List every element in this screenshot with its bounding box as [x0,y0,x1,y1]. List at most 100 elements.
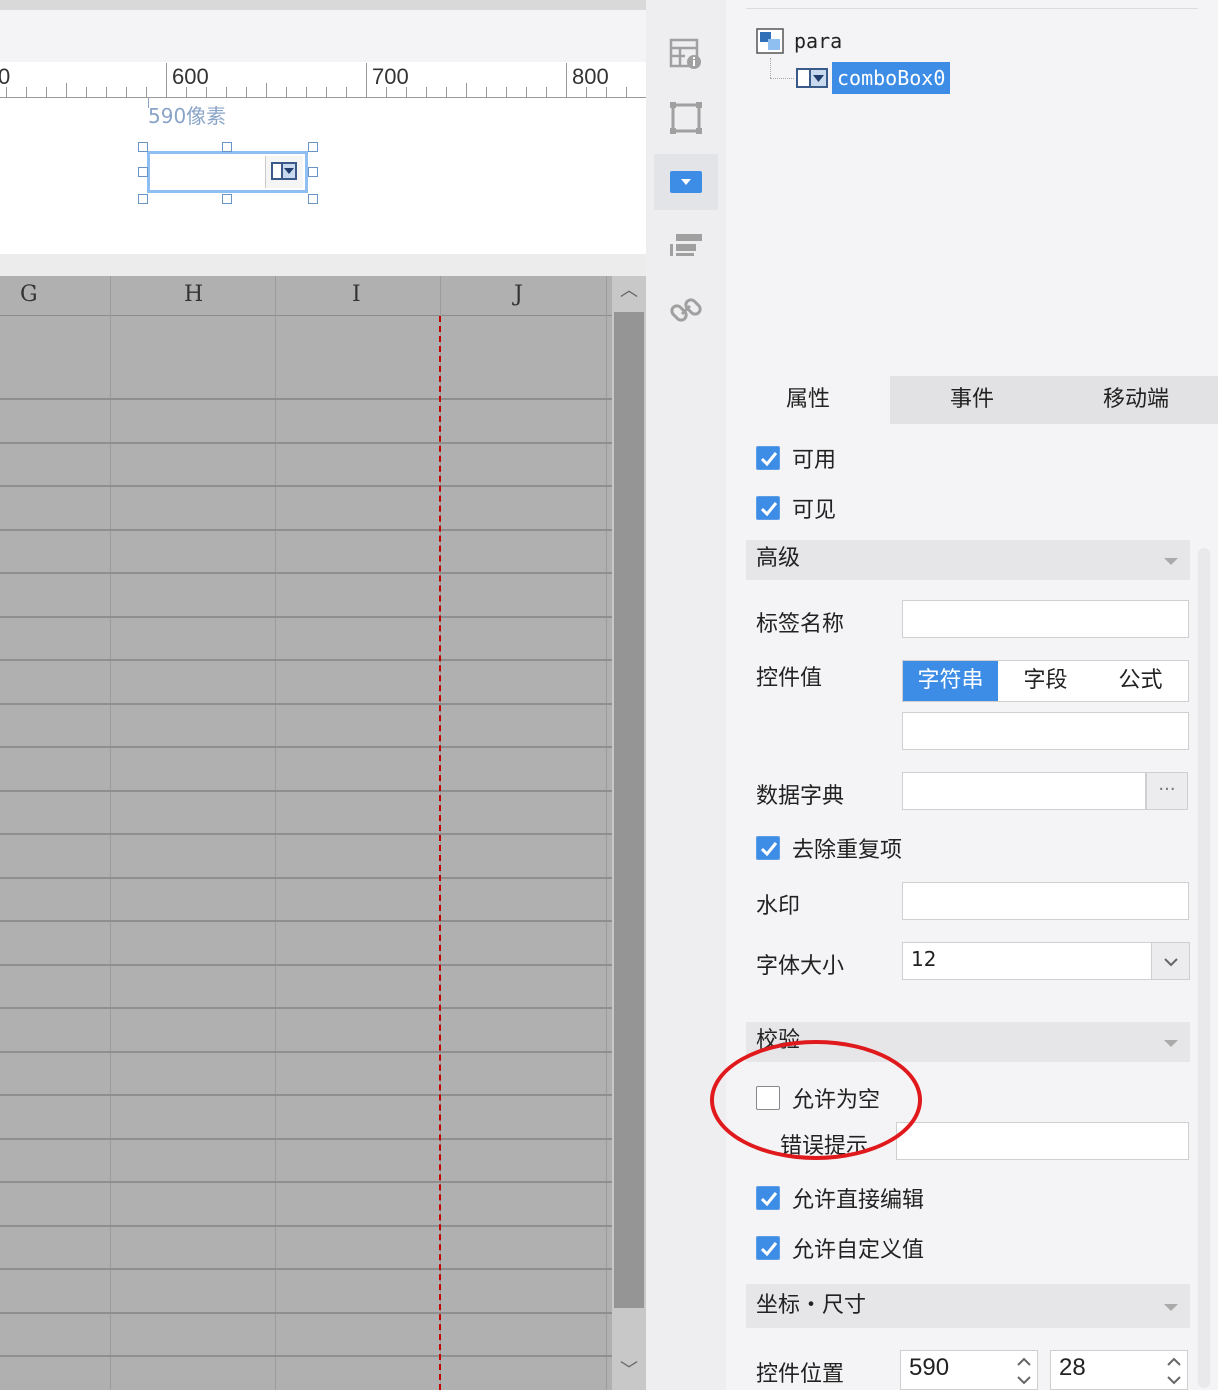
tab-properties[interactable]: 属性 [726,376,890,424]
data-dict-browse-button[interactable]: ··· [1146,772,1188,810]
enabled-checkbox-row[interactable]: 可用 [756,442,836,474]
resize-handle-ne[interactable] [308,142,318,152]
resize-handle-w[interactable] [138,167,148,177]
remove-duplicates-row[interactable]: 去除重复项 [756,832,902,864]
tag-name-input[interactable] [902,600,1189,638]
ruler-tick [186,87,187,97]
grid-row-line [0,441,612,444]
control-value-input[interactable] [902,712,1189,750]
grid-row-line [0,659,612,661]
tree-node-root[interactable]: para [756,28,842,54]
ruler-tick [206,87,207,97]
allow-custom-value-checkbox[interactable] [756,1236,780,1260]
ruler-tick [546,87,547,97]
resize-handle-se[interactable] [308,194,318,204]
properties-panel: para comboBox0 属性 事件 移动端 可用 可见 高级 标签名称 控… [726,0,1218,1390]
collapse-caret-icon[interactable] [1164,1040,1178,1047]
font-size-value: 12 [911,947,937,971]
stepper-icon [1017,1357,1031,1385]
watermark-input[interactable] [902,882,1189,920]
ruler-tick [426,87,427,97]
data-dict-input[interactable] [902,772,1146,810]
spreadsheet-grid[interactable]: G H I J ︿ ﹀ [0,276,646,1390]
tree-combobox-label: comboBox0 [832,62,951,94]
tab-mobile[interactable]: 移动端 [1054,376,1218,424]
design-area: 0 600 700 800 590像素 G H I J ︿ ﹀ [0,0,646,1390]
scroll-up-icon[interactable]: ︿ [612,276,646,306]
mode-field-button[interactable]: 字段 [998,661,1093,701]
toolbar-item-partial[interactable] [654,0,718,16]
check-icon [760,502,778,517]
mode-formula-button[interactable]: 公式 [1093,661,1188,701]
ruler-tick [566,63,567,97]
visible-checkbox[interactable] [756,496,780,520]
tree-node-combobox[interactable]: comboBox0 [796,62,951,94]
sidebar-item-layout[interactable] [654,90,718,146]
check-icon [760,452,778,467]
allow-direct-edit-row[interactable]: 允许直接编辑 [756,1182,924,1214]
combobox-dropdown-button[interactable] [265,156,303,188]
collapse-caret-icon[interactable] [1164,558,1178,565]
column-header-h[interactable]: H [184,282,203,307]
enabled-checkbox[interactable] [756,446,780,470]
grid-row-line [0,1224,612,1227]
tab-events[interactable]: 事件 [890,376,1054,424]
resize-handle-e[interactable] [308,167,318,177]
link-icon [670,298,702,322]
font-size-dropdown-button[interactable] [1151,943,1189,979]
tag-name-label: 标签名称 [756,612,845,637]
grid-row-line [0,876,612,879]
grid-row-line [0,746,612,748]
remove-duplicates-checkbox[interactable] [756,836,780,860]
sidebar-item-widget[interactable] [654,154,718,210]
check-icon [760,1242,778,1257]
coord-section-header[interactable]: 坐标・尺寸 [746,1284,1190,1328]
allow-direct-edit-checkbox[interactable] [756,1186,780,1210]
control-value-mode-selector[interactable]: 字符串 字段 公式 [902,660,1189,702]
table-info-icon [669,38,701,69]
position-y-field[interactable]: 28 [1050,1350,1188,1390]
grid-row-line [0,572,612,574]
column-header-i[interactable]: I [352,282,361,307]
advanced-section-header[interactable]: 高级 [746,540,1190,580]
dropdown-icon [271,162,297,180]
font-size-select[interactable]: 12 [902,942,1190,980]
sidebar-item-link[interactable] [654,282,718,338]
ruler-tick [606,87,607,97]
scroll-down-icon[interactable]: ﹀ [612,1356,646,1386]
vertical-scrollbar[interactable]: ︿ ﹀ [612,276,646,1390]
advanced-section-title: 高级 [756,546,801,571]
allow-custom-value-row[interactable]: 允许自定义值 [756,1232,924,1264]
area-separator[interactable] [0,254,646,276]
control-value-label: 控件值 [756,666,823,691]
visible-checkbox-row[interactable]: 可见 [756,492,836,524]
ruler-tick [486,87,487,97]
mode-string-button[interactable]: 字符串 [903,661,998,701]
position-x-field[interactable]: 590 [900,1350,1038,1390]
error-hint-input[interactable] [896,1122,1189,1160]
check-icon [760,1192,778,1207]
resize-handle-n[interactable] [222,142,232,152]
form-canvas[interactable] [0,98,646,254]
ruler-tick [86,87,87,97]
scrollbar-thumb[interactable] [614,312,644,1308]
grid-row-line [0,920,612,922]
check-icon [760,842,778,857]
grid-row-line [0,1311,612,1314]
column-header-j[interactable]: J [514,282,523,307]
resize-handle-sw[interactable] [138,194,148,204]
grid-row-line [0,702,612,705]
ruler-tick [106,87,107,97]
grid-row-line [0,833,612,835]
ruler-tick [66,83,67,97]
combobox-widget[interactable] [147,151,308,193]
collapse-caret-icon[interactable] [1164,1304,1178,1311]
resize-handle-s[interactable] [222,194,232,204]
sidebar-item-list[interactable] [654,218,718,274]
resize-handle-nw[interactable] [138,142,148,152]
ruler-tick [366,63,367,97]
sidebar-item-cell-info[interactable] [654,26,718,82]
panel-scrollbar[interactable] [1198,548,1210,1388]
column-header-g[interactable]: G [20,282,38,307]
annotation-circle [710,1040,922,1160]
